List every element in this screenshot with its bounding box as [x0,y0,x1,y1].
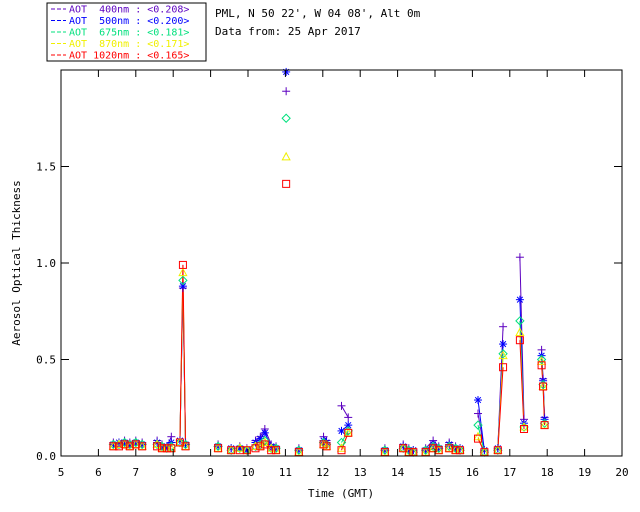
data-point-marker [337,401,346,410]
x-tick-label: 10 [241,466,254,479]
legend-entry-label: AOT 1020nm : <0.165> [69,51,189,62]
y-tick-label: 0.0 [36,450,56,463]
station-title: PML, N 50 22', W 04 08', Alt 0m [215,7,421,20]
x-tick-label: 15 [428,466,441,479]
data-point-marker [474,396,483,405]
x-tick-label: 17 [503,466,516,479]
legend-entry-label: AOT 675nm : <0.181> [69,28,189,39]
y-axis-title: Aerosol Optical Thickness [10,180,23,346]
data-points [108,67,550,457]
x-tick-label: 11 [279,466,292,479]
y-tick-label: 1.5 [36,161,56,174]
data-point-marker [178,282,187,291]
data-point-marker [260,428,269,437]
x-tick-label: 9 [207,466,214,479]
x-tick-label: 12 [316,466,329,479]
legend-entry-label: AOT 870nm : <0.171> [69,39,189,50]
x-tick-label: 19 [578,466,591,479]
data-point-marker [282,67,291,76]
x-tick-label: 18 [541,466,554,479]
data-point-marker [282,87,291,96]
date-title: Data from: 25 Apr 2017 [215,25,361,38]
data-point-marker [344,413,353,422]
data-point-marker [282,179,291,188]
y-tick-label: 0.5 [36,354,56,367]
legend-entry-label: AOT 400nm : <0.208> [69,5,189,16]
y-axis-ticks: 0.0 0.5 1.0 1.5 [36,161,622,463]
data-point-marker [515,295,524,304]
x-axis-title: Time (GMT) [308,487,374,500]
x-tick-label: 6 [95,466,102,479]
x-tick-label: 16 [466,466,479,479]
data-point-marker [281,113,291,123]
plot-frame [60,69,623,457]
x-tick-label: 14 [391,466,405,479]
y-tick-label: 1.0 [36,257,56,270]
x-tick-label: 5 [58,466,65,479]
legend-entry-label: AOT 500nm : <0.200> [69,16,189,27]
x-tick-label: 20 [615,466,628,479]
series-segment [341,405,349,418]
aot-chart-canvas: 5 6 7 8 9 10 11 12 13 14 15 16 17 18 19 20 0.0 0.5 1.0 1.5… [10,2,629,500]
legend: AOT 400nm : <0.208>AOT 500nm : <0.200>AO… [46,2,207,62]
data-point-marker [474,409,483,418]
data-point-marker [499,322,508,331]
x-tick-label: 8 [170,466,177,479]
plot-border [60,69,623,457]
x-tick-label: 13 [354,466,367,479]
data-point-marker [515,253,524,262]
x-tick-label: 7 [132,466,139,479]
data-point-marker [499,340,508,349]
series-segment [477,399,485,451]
aot-plot-window: 5 6 7 8 9 10 11 12 13 14 15 16 17 18 19 20 0.0 0.5 1.0 1.5… [0,0,640,512]
series-segment [182,264,187,447]
data-point-marker [281,151,291,161]
